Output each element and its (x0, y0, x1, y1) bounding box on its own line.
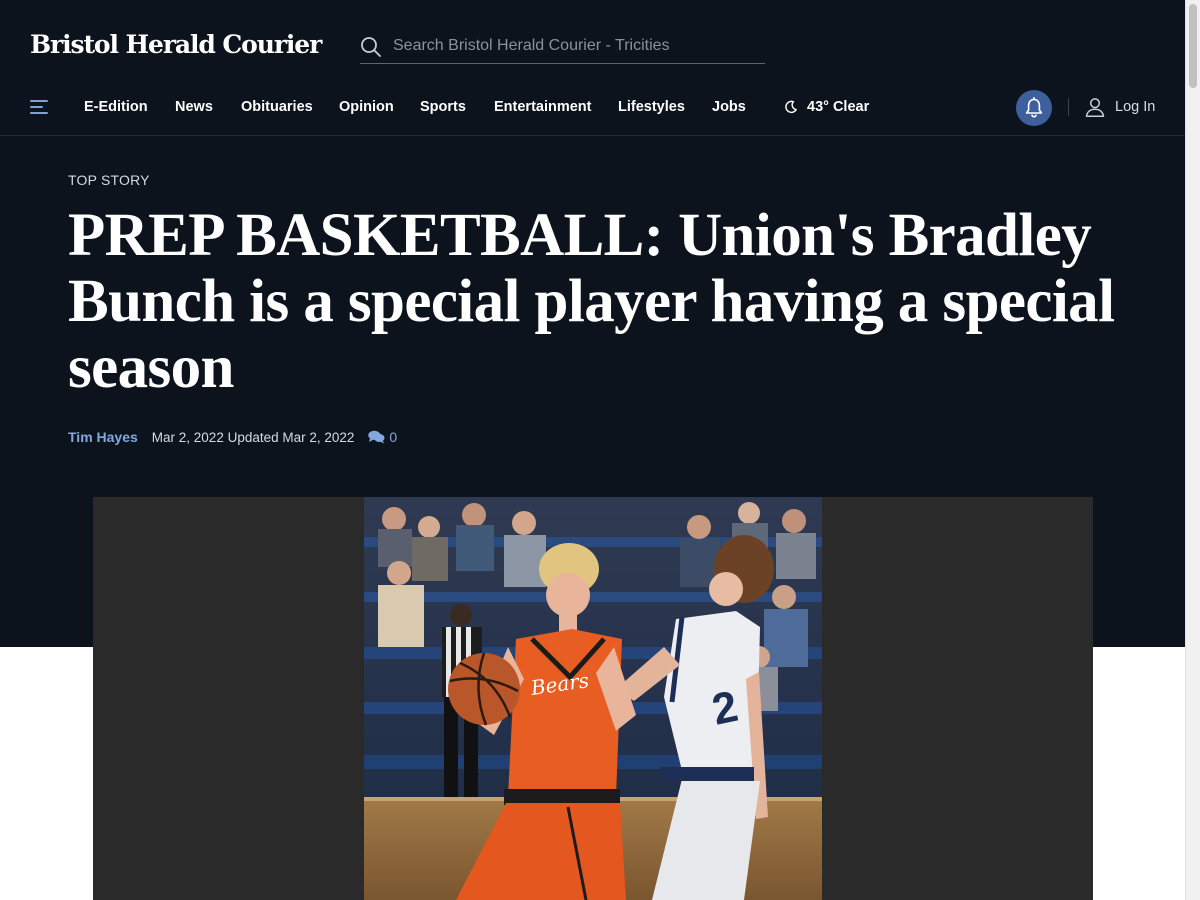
byline: Tim Hayes Mar 2, 2022 Updated Mar 2, 202… (68, 429, 397, 445)
comments-icon (368, 430, 385, 444)
author-link[interactable]: Tim Hayes (68, 429, 138, 445)
nav-divider (1068, 98, 1069, 116)
menu-icon[interactable] (30, 98, 50, 118)
bell-icon (1025, 97, 1043, 118)
page-scrollbar[interactable] (1185, 0, 1200, 900)
nav-item-lifestyles[interactable]: Lifestyles (618, 99, 685, 115)
nav-item-obituaries[interactable]: Obituaries (241, 99, 313, 115)
notifications-button[interactable] (1016, 90, 1052, 126)
publish-dates: Mar 2, 2022 Updated Mar 2, 2022 (151, 429, 355, 445)
nav-item-jobs[interactable]: Jobs (712, 99, 746, 115)
search-icon[interactable] (360, 36, 382, 58)
search-bar[interactable] (360, 32, 765, 64)
main-nav: E-Edition News Obituaries Opinion Sports… (0, 82, 1185, 136)
scrollbar-thumb[interactable] (1189, 4, 1197, 88)
nav-item-entertainment[interactable]: Entertainment (494, 99, 592, 115)
lead-media: 2 Bears (93, 497, 1093, 900)
weather-text: 43° Clear (807, 99, 870, 115)
nav-item-opinion[interactable]: Opinion (339, 99, 394, 115)
comments-link[interactable]: 0 (368, 429, 397, 445)
comment-count: 0 (389, 429, 398, 445)
lead-photo[interactable]: 2 Bears (364, 497, 822, 900)
login-button[interactable]: Log In (1085, 97, 1155, 117)
article-headline: PREP BASKETBALL: Union's Bradley Bunch i… (68, 202, 1115, 401)
moon-icon (785, 100, 797, 114)
story-kicker: TOP STORY (68, 172, 150, 188)
nav-item-news[interactable]: News (175, 99, 213, 115)
nav-item-e-edition[interactable]: E-Edition (84, 99, 148, 115)
login-label: Log In (1115, 99, 1156, 115)
search-input[interactable] (393, 32, 763, 60)
site-logo[interactable]: Bristol Herald Courier (30, 30, 322, 59)
user-icon (1085, 98, 1105, 117)
weather-widget[interactable]: 43° Clear (784, 99, 869, 115)
nav-item-sports[interactable]: Sports (420, 99, 466, 115)
